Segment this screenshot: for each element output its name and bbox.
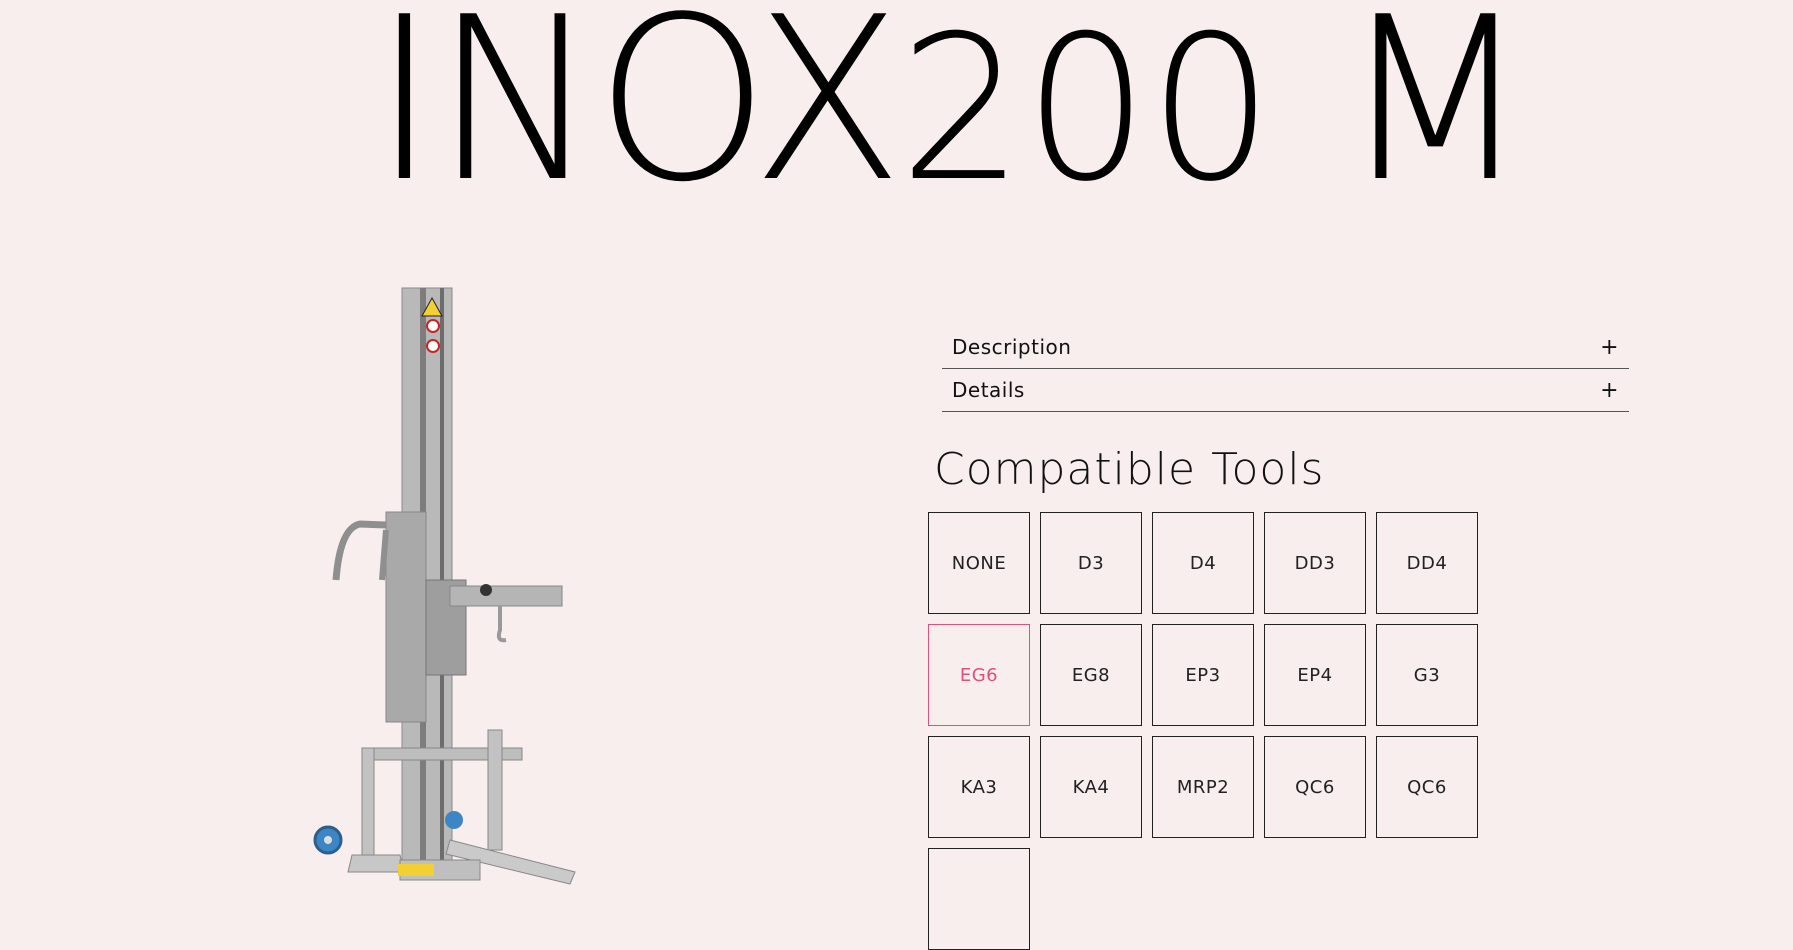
expand-plus-icon[interactable]: + (1600, 378, 1619, 403)
tool-option-ep4[interactable]: EP4 (1264, 624, 1366, 726)
tool-option-eg8[interactable]: EG8 (1040, 624, 1142, 726)
product-title-suffix: M (1339, 0, 1531, 232)
tool-option-ka3[interactable]: KA3 (928, 736, 1030, 838)
product-title-number: 200 (899, 0, 1274, 226)
product-title-prefix: INOX (372, 0, 903, 232)
tool-option-d4[interactable]: D4 (1152, 512, 1254, 614)
product-image (300, 280, 600, 887)
compatible-tools-heading: Compatible Tools (934, 444, 1325, 495)
accordion-description[interactable]: Description + (942, 326, 1629, 369)
expand-plus-icon[interactable]: + (1600, 335, 1619, 360)
product-accordion: Description + Details + (942, 326, 1629, 412)
compatible-tools-grid: NONE D3 D4 DD3 DD4 EG6 EG8 EP3 EP4 G3 KA… (928, 512, 1478, 950)
tool-option-ka4[interactable]: KA4 (1040, 736, 1142, 838)
tool-option-dd4[interactable]: DD4 (1376, 512, 1478, 614)
tool-option-dd3[interactable]: DD3 (1264, 512, 1366, 614)
accordion-description-label: Description (952, 335, 1072, 359)
tool-option-mrp2[interactable]: MRP2 (1152, 736, 1254, 838)
lifter-illustration (313, 287, 576, 885)
tool-option-qc6-2[interactable]: QC6 (1376, 736, 1478, 838)
tool-option-d3[interactable]: D3 (1040, 512, 1142, 614)
tool-option-ep3[interactable]: EP3 (1152, 624, 1254, 726)
tool-option-g3[interactable]: G3 (1376, 624, 1478, 726)
product-title: INOX200 M (372, 0, 1531, 214)
tool-option-eg6-selected[interactable]: EG6 (928, 624, 1030, 726)
tool-option-none[interactable]: NONE (928, 512, 1030, 614)
tool-option-partial[interactable] (928, 848, 1030, 950)
tool-option-qc6[interactable]: QC6 (1264, 736, 1366, 838)
accordion-details-label: Details (952, 378, 1025, 402)
accordion-details[interactable]: Details + (942, 369, 1629, 412)
